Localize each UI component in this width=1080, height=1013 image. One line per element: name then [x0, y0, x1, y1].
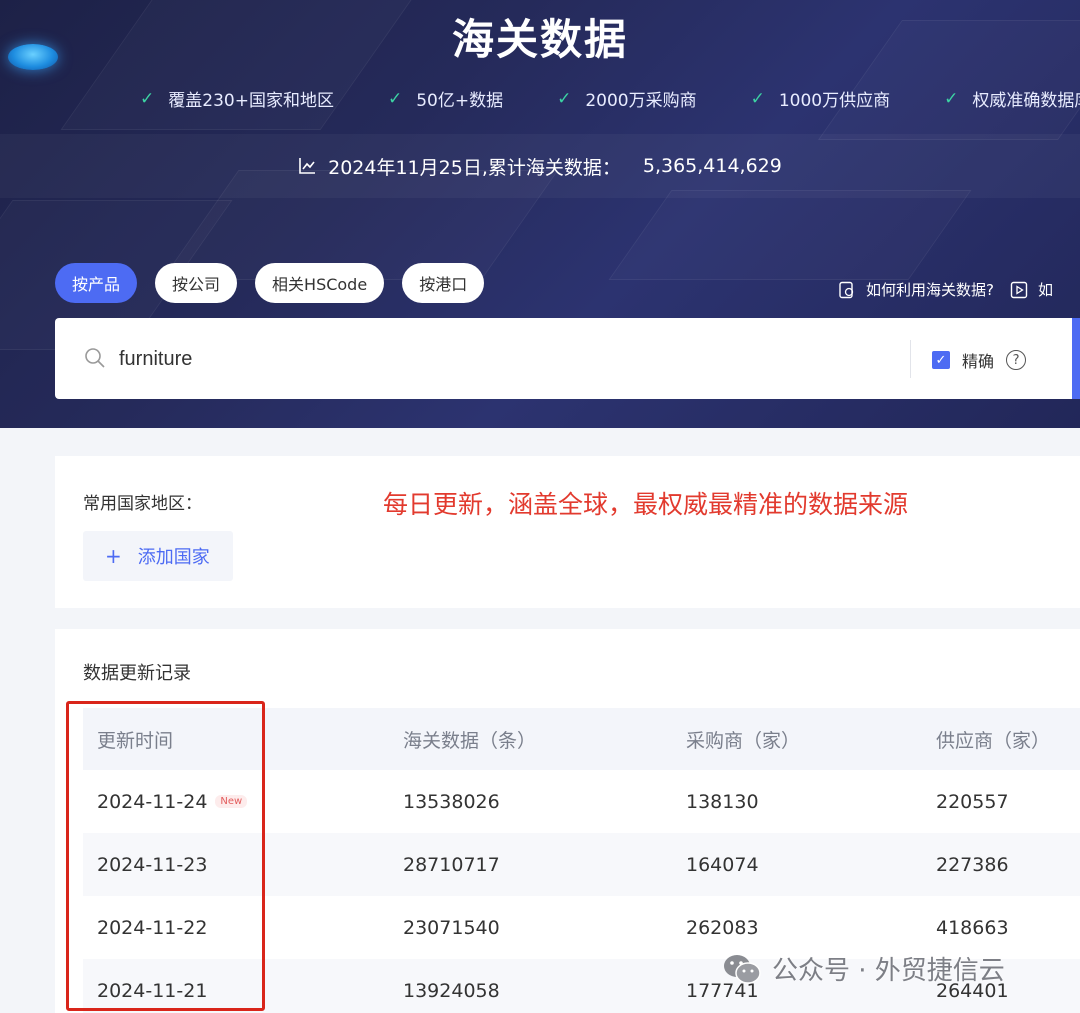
- feature-label: 2000万采购商: [585, 91, 697, 111]
- search-icon: [85, 348, 105, 368]
- divider: [910, 340, 911, 378]
- exact-match-toggle[interactable]: ✓ 精确 ?: [932, 348, 1027, 372]
- search-button[interactable]: [1072, 318, 1080, 399]
- video-link-label: 如: [1037, 281, 1053, 299]
- buyers-count-cell: 164074: [686, 853, 759, 876]
- records-title: 数据更新记录: [83, 663, 191, 684]
- video-link[interactable]: 如: [1010, 279, 1053, 300]
- feature-item: ✓ 2000万采购商: [557, 86, 697, 112]
- hero-banner: 海关数据 ✓ 覆盖230+国家和地区 ✓ 50亿+数据 ✓ 2000万采购商 ✓ 100…: [0, 0, 1080, 428]
- suppliers-count-cell: 220557: [936, 790, 1009, 813]
- customs-count-cell: 13538026: [403, 790, 500, 813]
- help-links: 如何利用海关数据? 如: [838, 279, 1069, 300]
- check-icon: ✓: [750, 88, 765, 109]
- tab-hscode[interactable]: 相关HSCode: [255, 263, 385, 303]
- search-box: ✓ 精确 ?: [55, 318, 1080, 399]
- check-icon: ✓: [944, 88, 959, 109]
- buyers-count-cell: 138130: [686, 790, 759, 813]
- check-icon: ✓: [140, 88, 155, 109]
- tab-by-product[interactable]: 按产品: [55, 263, 138, 303]
- feature-list: ✓ 覆盖230+国家和地区 ✓ 50亿+数据 ✓ 2000万采购商 ✓ 1000万供应商…: [140, 86, 1080, 112]
- common-countries-card: 常用国家地区： 每日更新，涵盖全球，最权威最精准的数据来源 + 添加国家: [55, 456, 1080, 608]
- column-header: 供应商（家）: [936, 729, 1051, 752]
- exact-match-label: 精确: [962, 352, 995, 371]
- column-header: 采购商（家）: [686, 729, 801, 752]
- column-header: 海关数据（条）: [403, 729, 537, 752]
- customs-count-cell: 13924058: [403, 979, 500, 1002]
- feature-label: 权威准确数据库: [972, 91, 1080, 111]
- feature-item: ✓ 50亿+数据: [387, 86, 504, 112]
- tab-by-company[interactable]: 按公司: [155, 263, 238, 303]
- search-input[interactable]: [119, 342, 879, 376]
- customs-count-cell: 28710717: [403, 853, 500, 876]
- play-video-icon: [1010, 281, 1028, 298]
- watermark: 公众号 · 外贸捷信云: [722, 950, 1005, 987]
- feature-item: ✓ 覆盖230+国家和地区: [140, 86, 334, 112]
- help-circle-icon[interactable]: ?: [1006, 350, 1027, 370]
- promo-annotation: 每日更新，涵盖全球，最权威最精准的数据来源: [383, 490, 909, 519]
- add-country-button[interactable]: + 添加国家: [83, 531, 233, 581]
- date-column-highlight: [66, 701, 265, 1011]
- check-icon: ✓: [557, 88, 572, 109]
- document-help-icon: [839, 281, 854, 298]
- feature-label: 1000万供应商: [778, 91, 891, 111]
- suppliers-count-cell: 227386: [936, 853, 1009, 876]
- common-countries-label: 常用国家地区：: [83, 494, 202, 514]
- feature-item: ✓ 1000万供应商: [750, 86, 891, 112]
- plus-icon: +: [105, 544, 122, 568]
- trend-chart-icon: [299, 158, 316, 174]
- wechat-icon: [724, 954, 761, 984]
- feature-label: 覆盖230+国家和地区: [168, 91, 334, 111]
- feature-item: ✓ 权威准确数据库: [944, 86, 1080, 112]
- checkbox-checked-icon[interactable]: ✓: [932, 351, 950, 369]
- tab-by-port[interactable]: 按港口: [402, 263, 485, 303]
- customs-count-cell: 23071540: [403, 916, 500, 939]
- feature-label: 50亿+数据: [416, 91, 504, 111]
- check-icon: ✓: [387, 88, 403, 109]
- stat-value: 5,365,414,629: [642, 155, 782, 177]
- add-country-label: 添加国家: [137, 547, 210, 568]
- search-mode-tabs: 按产品 按公司 相关HSCode 按港口: [55, 263, 502, 303]
- stat-bar: 2024年11月25日,累计海关数据： 5,365,414,629: [0, 134, 1080, 198]
- stat-label: 2024年11月25日,累计海关数据：: [328, 156, 621, 179]
- how-to-use-label: 如何利用海关数据?: [866, 281, 994, 299]
- watermark-text: 公众号 · 外贸捷信云: [772, 956, 1005, 986]
- page-title: 海关数据: [451, 15, 628, 64]
- how-to-use-link[interactable]: 如何利用海关数据?: [838, 279, 994, 300]
